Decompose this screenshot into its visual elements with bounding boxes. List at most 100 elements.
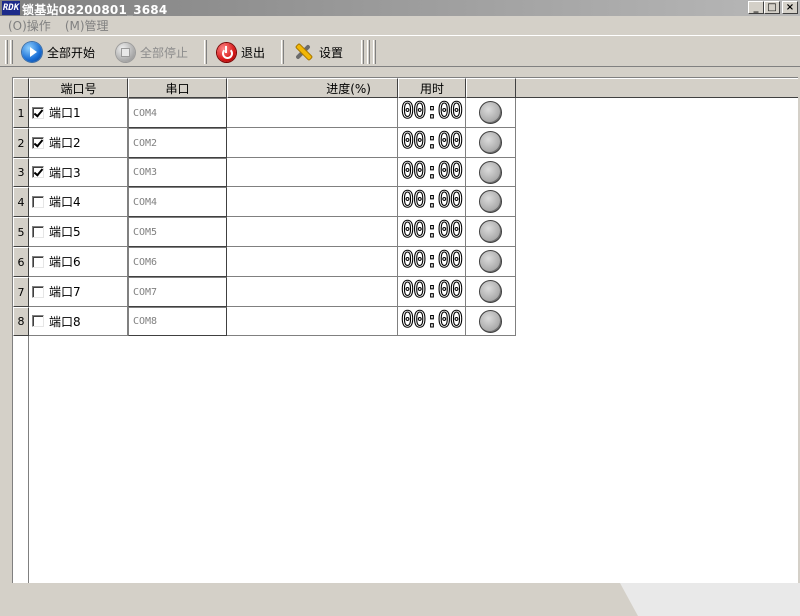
progress-bar xyxy=(227,128,398,158)
row-number: 3 xyxy=(13,158,29,187)
port-cell[interactable]: 端口8 xyxy=(29,307,128,336)
exit-button[interactable]: 退出 xyxy=(217,39,265,65)
status-led-icon xyxy=(479,131,502,154)
header-corner xyxy=(13,78,29,98)
progress-bar xyxy=(227,217,398,247)
toolbar-separator-2 xyxy=(281,40,284,64)
stop-all-button[interactable]: 全部停止 xyxy=(116,39,188,65)
settings-label: 设置 xyxy=(319,45,344,60)
port-cell[interactable]: 端口2 xyxy=(29,128,128,158)
row-number: 5 xyxy=(13,217,29,247)
toolbar-separator xyxy=(204,40,207,64)
port-cell[interactable]: 端口5 xyxy=(29,217,128,247)
progress-bar xyxy=(227,158,398,187)
status-cell xyxy=(466,217,516,247)
status-corner xyxy=(620,583,800,616)
serial-port-select[interactable]: COM6 xyxy=(128,247,227,277)
menu-manage[interactable]: (M)管理 xyxy=(57,17,115,34)
port-cell[interactable]: 端口7 xyxy=(29,277,128,307)
toolbar-end-grip-3 xyxy=(373,40,376,64)
menu-bar: (O)操作 (M)管理 xyxy=(0,16,800,34)
title-bar[interactable]: RDK 锁基站08200801_3684 _ □ × xyxy=(0,0,800,17)
elapsed-time-display: 00:00 xyxy=(398,187,466,217)
progress-bar xyxy=(227,277,398,307)
serial-port-select[interactable]: COM8 xyxy=(128,307,227,336)
menu-operate[interactable]: (O)操作 xyxy=(0,17,57,34)
port-checkbox[interactable] xyxy=(32,225,44,238)
status-cell xyxy=(466,187,516,217)
header-time[interactable]: 用时 xyxy=(398,78,466,98)
header-status[interactable] xyxy=(466,78,516,98)
port-checkbox[interactable] xyxy=(32,166,44,178)
port-label: 端口4 xyxy=(49,195,81,209)
play-circle-icon xyxy=(22,42,42,62)
serial-port-select[interactable]: COM3 xyxy=(128,158,227,187)
elapsed-time-display: 00:00 xyxy=(398,277,466,307)
port-checkbox[interactable] xyxy=(32,285,44,298)
port-cell[interactable]: 端口3 xyxy=(29,158,128,187)
toolbar-end-grip-2 xyxy=(367,40,370,64)
toolbar-grip-2 xyxy=(10,40,13,64)
status-cell xyxy=(466,277,516,307)
app-logo-icon: RDK xyxy=(2,1,20,15)
row-number: 8 xyxy=(13,307,29,336)
status-led-icon xyxy=(479,250,502,273)
status-area xyxy=(0,583,800,616)
port-label: 端口5 xyxy=(49,225,81,239)
row-number: 2 xyxy=(13,128,29,158)
serial-port-select[interactable]: COM5 xyxy=(128,217,227,247)
serial-port-select[interactable]: COM4 xyxy=(128,187,227,217)
status-cell xyxy=(466,247,516,277)
serial-port-select[interactable]: COM4 xyxy=(128,98,227,128)
serial-port-select[interactable]: COM2 xyxy=(128,128,227,158)
serial-port-select[interactable]: COM7 xyxy=(128,277,227,307)
minimize-button[interactable]: _ xyxy=(748,1,764,14)
progress-bar xyxy=(227,247,398,277)
port-cell[interactable]: 端口1 xyxy=(29,98,128,128)
caption-buttons: _ □ × xyxy=(748,1,798,14)
port-checkbox[interactable] xyxy=(32,315,44,327)
maximize-button[interactable]: □ xyxy=(764,1,780,14)
port-cell[interactable]: 端口6 xyxy=(29,247,128,277)
port-label: 端口1 xyxy=(49,106,81,120)
port-label: 端口2 xyxy=(49,136,81,150)
status-led-icon xyxy=(479,101,502,124)
status-led-icon xyxy=(479,309,502,333)
elapsed-time-display: 00:00 xyxy=(398,158,466,187)
stop-circle-icon xyxy=(116,42,135,62)
toolbar-end-grip xyxy=(361,40,364,64)
progress-bar xyxy=(227,307,398,336)
row-number: 1 xyxy=(13,98,29,128)
settings-button[interactable]: 设置 xyxy=(292,39,343,65)
header-progress[interactable]: 进度(%) xyxy=(227,78,398,98)
port-cell[interactable]: 端口4 xyxy=(29,187,128,217)
elapsed-time-display: 00:00 xyxy=(398,247,466,277)
status-cell xyxy=(466,158,516,187)
stop-all-label: 全部停止 xyxy=(140,45,189,60)
status-led-icon xyxy=(479,280,502,303)
elapsed-time-display: 00:00 xyxy=(398,98,466,128)
close-button[interactable]: × xyxy=(782,1,798,14)
port-grid-panel: 端口号 串口 进度(%) 用时 1 端口1 COM4 00:00 2 端口2 COM2 00:… xyxy=(12,77,798,583)
status-cell xyxy=(466,307,516,336)
status-cell xyxy=(466,98,516,128)
exit-label: 退出 xyxy=(241,45,266,60)
port-checkbox[interactable] xyxy=(32,136,44,149)
port-checkbox[interactable] xyxy=(32,106,44,119)
port-checkbox[interactable] xyxy=(32,195,44,208)
port-label: 端口8 xyxy=(49,314,81,329)
wrench-pencil-icon xyxy=(292,41,314,63)
status-led-icon xyxy=(479,220,502,243)
elapsed-time-display: 00:00 xyxy=(398,307,466,336)
elapsed-time-display: 00:00 xyxy=(398,128,466,158)
header-port[interactable]: 端口号 xyxy=(29,78,128,98)
row-number: 6 xyxy=(13,247,29,277)
toolbar: 全部开始 全部停止 退出 设置 xyxy=(0,35,800,67)
start-all-button[interactable]: 全部开始 xyxy=(22,39,95,65)
status-led-icon xyxy=(479,160,502,184)
port-label: 端口6 xyxy=(49,255,81,269)
row-number: 4 xyxy=(13,187,29,217)
header-serial[interactable]: 串口 xyxy=(128,78,227,98)
port-checkbox[interactable] xyxy=(32,255,44,268)
toolbar-grip[interactable] xyxy=(5,40,8,64)
